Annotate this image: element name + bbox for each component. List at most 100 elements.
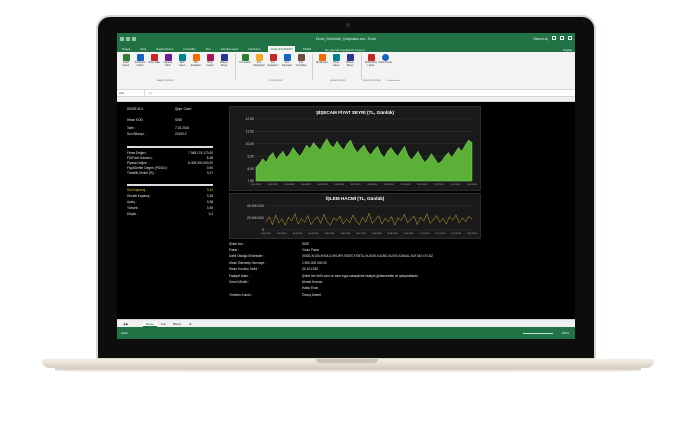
ribbon-button[interactable]: Hisse Tablo [148,54,160,65]
ribbon-button[interactable]: Yardımcımda [378,54,392,65]
ribbon-button[interactable]: Tarih Listesi [176,54,188,67]
metric-value: 0,90 [206,166,213,170]
data-point [350,139,351,141]
data-point [330,144,331,146]
ribbon-button[interactable]: Bul Endeks [316,54,328,65]
data-point [407,222,408,224]
ribbon-button[interactable]: Fon Kategorileri [253,54,265,67]
ribbon-button[interactable]: Fon Endeksleri [267,54,279,67]
ribbon-button[interactable]: Portföyüm Analizi [134,54,146,67]
data-point [326,138,328,140]
x-tick-label: 9.09.2015 [388,233,399,235]
title-bar: Ekran_Görüntüsü_Çalışmaları.xlsx - Excel… [117,33,575,45]
data-point [306,144,307,146]
x-tick-label: 9.02.2015 [268,184,279,186]
metric-label: Piyasa Değeri : [127,161,149,165]
ribbon-button[interactable]: Fon Yöneticileri [295,54,307,67]
data-point [397,217,399,219]
ribbon-button[interactable]: Bilanço Rasyo [218,54,230,67]
ribbon-group-label: HİSSE EXPERT [330,80,346,82]
data-point [370,154,371,156]
volume-chart-svg: 40.000.000 20.000.000 09.01.2015 9.02.2015 9… [247,204,478,235]
info-value: Şirket her türlü cam ve cam eşya sanayii… [302,274,419,278]
ribbon-button[interactable]: Fon Listesi [239,54,251,65]
data-point [279,154,280,156]
data-point [282,150,284,152]
sheet-tab-hisse[interactable]: Hisse [143,321,158,327]
data-point [281,218,283,220]
volume-chart: İŞLEM HACMİ (TL, Günlük) 40.000.000 20.00… [229,193,481,239]
data-point [319,149,321,151]
data-point [380,153,382,154]
ribbon-button[interactable]: Bul Endeksler [190,54,202,67]
data-point [340,146,341,147]
metric-label: Fiyat/Defter Değeri (PD/DD) : [127,166,169,170]
data-point [355,220,357,222]
data-point [375,219,376,221]
zoom-slider[interactable] [523,333,553,334]
info-value: 1.900.000.000,00 [302,261,327,265]
data-point [390,147,392,148]
data-point [455,214,457,216]
status-text: Hazır [121,331,129,335]
fx-icon[interactable]: ƒx [145,91,152,95]
data-point [424,162,425,163]
price-value: 3,45 [206,206,213,210]
ribbon-button[interactable]: Bilanço Rasyo [344,54,356,67]
data-point [414,155,415,157]
data-point [278,222,280,224]
price-chart-svg: 12,50 11,50 10,50 9,50 8,50 7,509.01.2015 9.02… [246,117,478,186]
data-point [353,147,355,148]
data-point [330,224,331,226]
ribbon-button[interactable]: Öztel Listeler [204,54,216,67]
close-icon[interactable] [568,36,572,40]
metric-value: 8,38 [206,156,213,160]
data-point [449,216,450,218]
add-sheet-icon[interactable]: ⊕ [189,322,192,326]
ribbon-button[interactable]: Fon Karşılaştır [281,54,293,67]
maximize-icon[interactable] [560,36,564,40]
info-label: Pazar : [229,248,240,252]
x-tick-label: 9.03.2015 [293,233,304,235]
field-label: Son Bilanço : [127,132,146,136]
info-label: Genel Müdür : [229,280,250,284]
data-point [391,216,392,218]
data-point [268,216,270,218]
formula-bar: H16 ƒx [117,90,575,97]
data-point [352,214,354,216]
data-point [421,157,422,158]
data-point [304,221,305,223]
compare-icon [283,54,291,61]
worksheet[interactable]: HİSSE ADI: Şişe Cam Hisse KOD : SISE Tar… [117,97,575,319]
sheet-nav-icon[interactable]: ◀ ▶ [123,322,128,326]
data-point [265,162,267,163]
field-label: Hisse KOD : [127,118,145,122]
minimize-icon[interactable] [552,36,556,40]
data-point [303,150,304,152]
x-tick-label: 9.07.2015 [356,233,367,235]
zoom-level[interactable]: 100% [561,331,569,335]
divider [127,146,213,148]
data-point [451,157,452,158]
data-point [465,144,466,146]
data-point [292,147,294,148]
data-point [452,220,453,221]
data-point [404,146,405,147]
info-value: SISE [302,242,310,246]
data-point [434,158,436,159]
x-tick-label: 9.06.2015 [340,233,351,235]
data-point [438,163,439,164]
ribbon-button[interactable]: Kapanış Tablo [162,54,174,67]
data-point [272,152,274,153]
ribbon-button[interactable]: Analiz Expert [120,54,132,67]
sheet-tab-fon[interactable]: Fon [161,322,166,326]
data-point [462,217,463,219]
ribbon-button[interactable]: Dahili Bizim Linkler [365,54,377,67]
name-box[interactable]: H16 [117,90,145,96]
data-point [373,149,375,151]
divider [127,184,213,186]
ribbon-tabs: Dosya Giriş Sayfa Düzeni Formüller Veri … [117,45,575,52]
sheet-tab-bilanco[interactable]: Bilanç [173,322,181,326]
data-point [397,155,398,157]
ribbon-button[interactable]: Hisse Listesi [330,54,342,67]
